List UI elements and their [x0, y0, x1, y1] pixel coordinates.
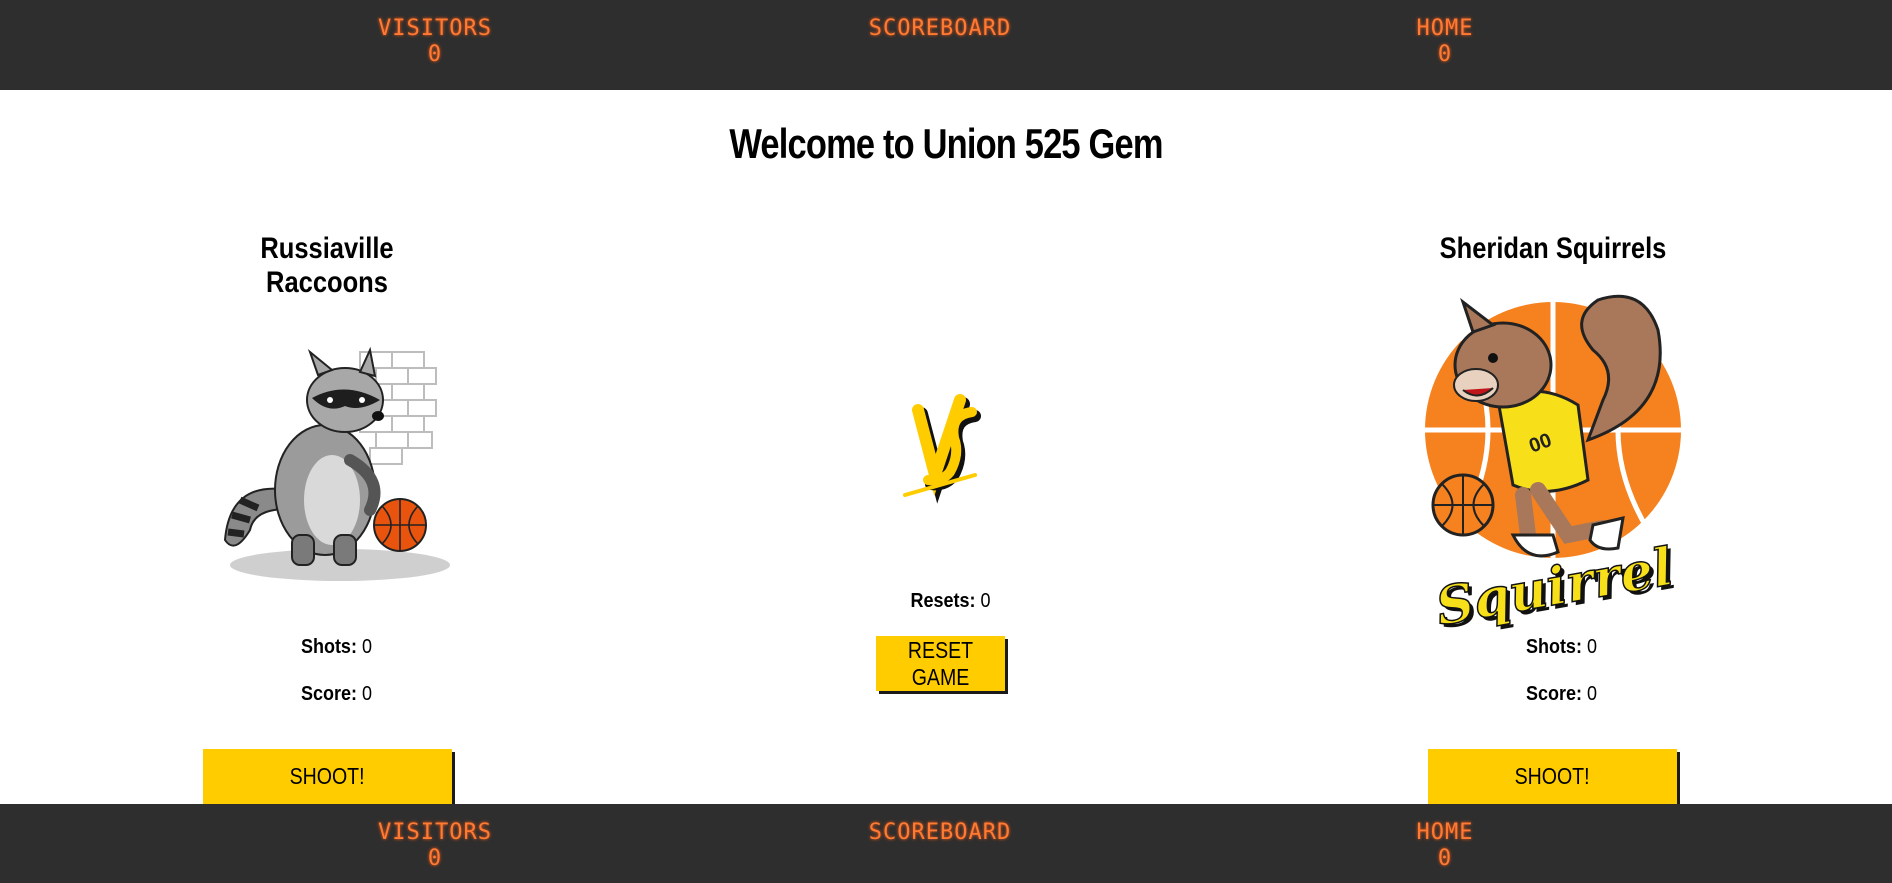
home-shots: Shots: 0 [1526, 636, 1597, 659]
vs-icon [903, 394, 981, 504]
visitors-label: VISITORS [378, 16, 492, 41]
visitors-score-label: Score: [300, 683, 357, 705]
visitors-shoot-button[interactable]: SHOOT! [203, 749, 452, 804]
visitors-score: 0 [427, 42, 443, 67]
visitors-scoreboard: VISITORS 0 [370, 16, 500, 68]
home-score-value: 0 [1586, 683, 1597, 705]
home-shoot-label: SHOOT! [1515, 763, 1590, 789]
home-team-name: Sheridan Squirrels [1439, 232, 1667, 265]
resets-stat: Resets: 0 [910, 590, 990, 613]
visitors-score-value: 0 [361, 683, 372, 705]
reset-game-label: RESET GAME [907, 636, 974, 690]
home-score-label: Score: [1525, 683, 1582, 705]
home-scoreboard-bottom: HOME 0 [1380, 820, 1510, 872]
visitors-shots-label: Shots: [300, 636, 357, 658]
top-scoreboard: VISITORS 0 SCOREBOARD HOME 0 [0, 0, 1892, 90]
visitors-score-stat: Score: 0 [301, 683, 372, 706]
home-shoot-button[interactable]: SHOOT! [1428, 749, 1677, 804]
raccoon-icon [223, 346, 450, 581]
visitors-label-bottom: VISITORS [378, 820, 492, 845]
squirrel-icon: 00 Squirrel Squirrel [1425, 294, 1681, 635]
visitors-shoot-label: SHOOT! [290, 763, 365, 789]
home-score-stat: Score: 0 [1526, 683, 1597, 706]
scoreboard-title-bottom: SCOREBOARD [868, 820, 1012, 845]
visitors-scoreboard-bottom: VISITORS 0 [370, 820, 500, 872]
visitors-score-bottom: 0 [427, 846, 443, 871]
home-shots-label: Shots: [1525, 636, 1582, 658]
visitors-team-name: Russiaville Raccoons [260, 232, 394, 299]
home-scoreboard: HOME 0 [1380, 16, 1510, 68]
visitors-shots: Shots: 0 [301, 636, 372, 659]
page-title: Welcome to Union 525 Gem [729, 120, 1163, 167]
scoreboard-title: SCOREBOARD [868, 16, 1012, 41]
home-label: HOME [1416, 16, 1474, 41]
resets-label: Resets: [910, 590, 976, 612]
resets-value: 0 [980, 590, 991, 612]
reset-game-button[interactable]: RESET GAME [876, 636, 1005, 691]
home-label-bottom: HOME [1416, 820, 1474, 845]
home-score: 0 [1437, 42, 1453, 67]
visitors-shots-value: 0 [361, 636, 372, 658]
bottom-scoreboard: VISITORS 0 SCOREBOARD HOME 0 [0, 804, 1892, 883]
home-shots-value: 0 [1586, 636, 1597, 658]
home-score-bottom: 0 [1437, 846, 1453, 871]
